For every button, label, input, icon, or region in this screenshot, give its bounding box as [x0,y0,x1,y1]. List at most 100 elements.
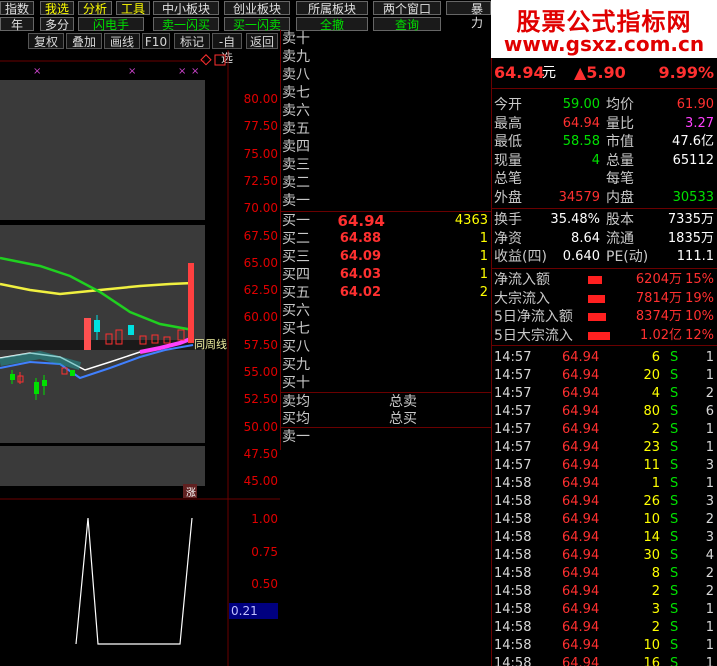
trade-tick-row[interactable]: 14:57 64.94 6 S 1 [492,349,717,367]
chart-panel-middle [0,225,205,443]
fundamental-label: PE(动) [606,249,649,266]
buy-level-row[interactable]: 买十 [281,374,492,392]
trade-tick-row[interactable]: 14:57 64.94 23 S 1 [492,439,717,457]
buy-level-volume: 1 [479,231,488,246]
buy-level-row[interactable]: 买七 [281,320,492,338]
quote-label: 最低 [494,134,522,151]
buy-level-row[interactable]: 买六 [281,302,492,320]
sell-level-row[interactable]: 卖十 [281,30,492,48]
sell-level-row[interactable]: 卖五 [281,120,492,138]
cancel-all-button[interactable]: 全撤 [296,17,368,32]
sell-level-row[interactable]: 卖六 [281,102,492,120]
trade-tick-row[interactable]: 14:58 64.94 16 S 1 [492,655,717,666]
sell-level-row[interactable]: 卖三 [281,156,492,174]
quote-row: 总笔 每笔 [492,170,717,188]
trade-volume: 2 [651,620,660,635]
candlestick-chart[interactable]: × × × × 涨 同周线 80.00 77.50 75.00 72.50 70… [0,50,280,500]
trade-tick-row[interactable]: 14:57 64.94 80 S 6 [492,403,717,421]
trade-tick-row[interactable]: 14:58 64.94 2 S 1 [492,619,717,637]
price-axis-tick: 50.00 [243,419,278,434]
trade-tick-row[interactable]: 14:58 64.94 14 S 3 [492,529,717,547]
f10-button[interactable]: F10 [142,33,170,49]
indicator-value: 0.21 [231,604,258,618]
sell-level-row[interactable]: 卖一 [281,192,492,210]
trade-volume: 14 [643,530,660,545]
sell-level-row[interactable]: 卖九 [281,48,492,66]
overlay-button[interactable]: 叠加 [66,33,102,49]
menu-sector[interactable]: 所属板块 [296,1,368,16]
trade-tick-row[interactable]: 14:57 64.94 20 S 1 [492,367,717,385]
trade-volume: 30 [643,548,660,563]
trade-volume: 23 [643,440,660,455]
price-axis-tick: 75.00 [243,146,278,161]
sell-level-row[interactable]: 卖二 [281,174,492,192]
sell-flash-buy-button[interactable]: 卖一闪买 [153,17,219,32]
trade-price: 64.94 [562,368,600,383]
buy-level-row[interactable]: 买一 64.94 4363 [281,212,492,230]
trade-side: S [670,584,679,599]
trade-tick-row[interactable]: 14:58 64.94 3 S 1 [492,601,717,619]
indicator-pane[interactable]: 1.00 0.75 0.50 0.21 [0,500,280,666]
price-axis-tick: 70.00 [243,201,278,216]
mark-button[interactable]: 标记 [174,33,210,49]
money-flow-value: 1.02亿 [640,327,682,343]
menu-violence[interactable]: 暴力 [446,1,491,30]
menu-year[interactable]: 年 [0,17,34,32]
trade-tick-row[interactable]: 14:58 64.94 30 S 4 [492,547,717,565]
trade-price: 64.94 [562,440,600,455]
draw-line-button[interactable]: 画线 [104,33,140,49]
trade-price: 64.94 [562,476,600,491]
indicator-tick: 0.75 [251,545,278,559]
trade-count: 1 [705,350,714,365]
menu-gem-board[interactable]: 创业板块 [224,1,290,16]
menu-two-windows[interactable]: 两个窗口 [373,1,441,16]
add-watchlist-button[interactable]: -自选 [212,33,242,65]
buy-flash-sell-button[interactable]: 买一闪卖 [224,17,290,32]
menu-watchlist[interactable]: 我选 [40,1,74,16]
trade-price: 64.94 [562,404,600,419]
trade-price: 64.94 [562,530,600,545]
trade-tick-row[interactable]: 14:58 64.94 26 S 3 [492,493,717,511]
menu-analysis[interactable]: 分析 [78,1,112,16]
menu-sme-board[interactable]: 中小板块 [153,1,219,16]
trade-tick-row[interactable]: 14:57 64.94 2 S 1 [492,421,717,439]
menu-tools[interactable]: 工具 [116,1,150,16]
trade-time: 14:57 [494,386,532,401]
sell-level-row[interactable]: 卖四 [281,138,492,156]
menu-multi[interactable]: 多分 [40,17,74,32]
trade-tick-row[interactable]: 14:58 64.94 1 S 1 [492,475,717,493]
buy-level-row[interactable]: 买二 64.88 1 [281,230,492,248]
query-button[interactable]: 查询 [373,17,441,32]
trade-tick-row[interactable]: 14:58 64.94 2 S 2 [492,583,717,601]
back-button[interactable]: 返回 [246,33,278,49]
chart-marker: × [191,66,199,77]
trade-tick-row[interactable]: 14:57 64.94 11 S 3 [492,457,717,475]
trade-tick-row[interactable]: 14:57 64.94 4 S 2 [492,385,717,403]
restore-rights-button[interactable]: 复权 [28,33,64,49]
buy-level-row[interactable]: 买八 [281,338,492,356]
trade-price: 64.94 [562,620,600,635]
buy-level-row[interactable]: 买五 64.02 2 [281,284,492,302]
trade-tick-row[interactable]: 14:58 64.94 10 S 1 [492,637,717,655]
money-flow-row: 净流入额 6204万 15% [492,271,717,289]
quote-value: 34579 [558,190,600,205]
money-flow-value: 8374万 [635,309,682,325]
trade-side: S [670,368,679,383]
trade-time: 14:58 [494,512,532,527]
money-flow-pct: 10% [685,309,714,325]
menu-index[interactable]: 指数 [0,1,34,16]
quote-label: 最高 [494,115,522,132]
sell-level-row[interactable]: 卖七 [281,84,492,102]
buy-level-row[interactable]: 买四 64.03 1 [281,266,492,284]
buy-level-row[interactable]: 买九 [281,356,492,374]
flash-hand-button[interactable]: 闪电手 [78,17,144,32]
trade-count: 1 [705,620,714,635]
sell-level-row[interactable]: 卖八 [281,66,492,84]
price-axis-tick: 60.00 [243,310,278,325]
quote-row: 外盘 34579 内盘 30533 [492,189,717,207]
buy-level-row[interactable]: 买三 64.09 1 [281,248,492,266]
candle [34,382,39,394]
money-flow-label: 净流入额 [494,272,550,288]
trade-tick-row[interactable]: 14:58 64.94 10 S 2 [492,511,717,529]
trade-tick-row[interactable]: 14:58 64.94 8 S 2 [492,565,717,583]
